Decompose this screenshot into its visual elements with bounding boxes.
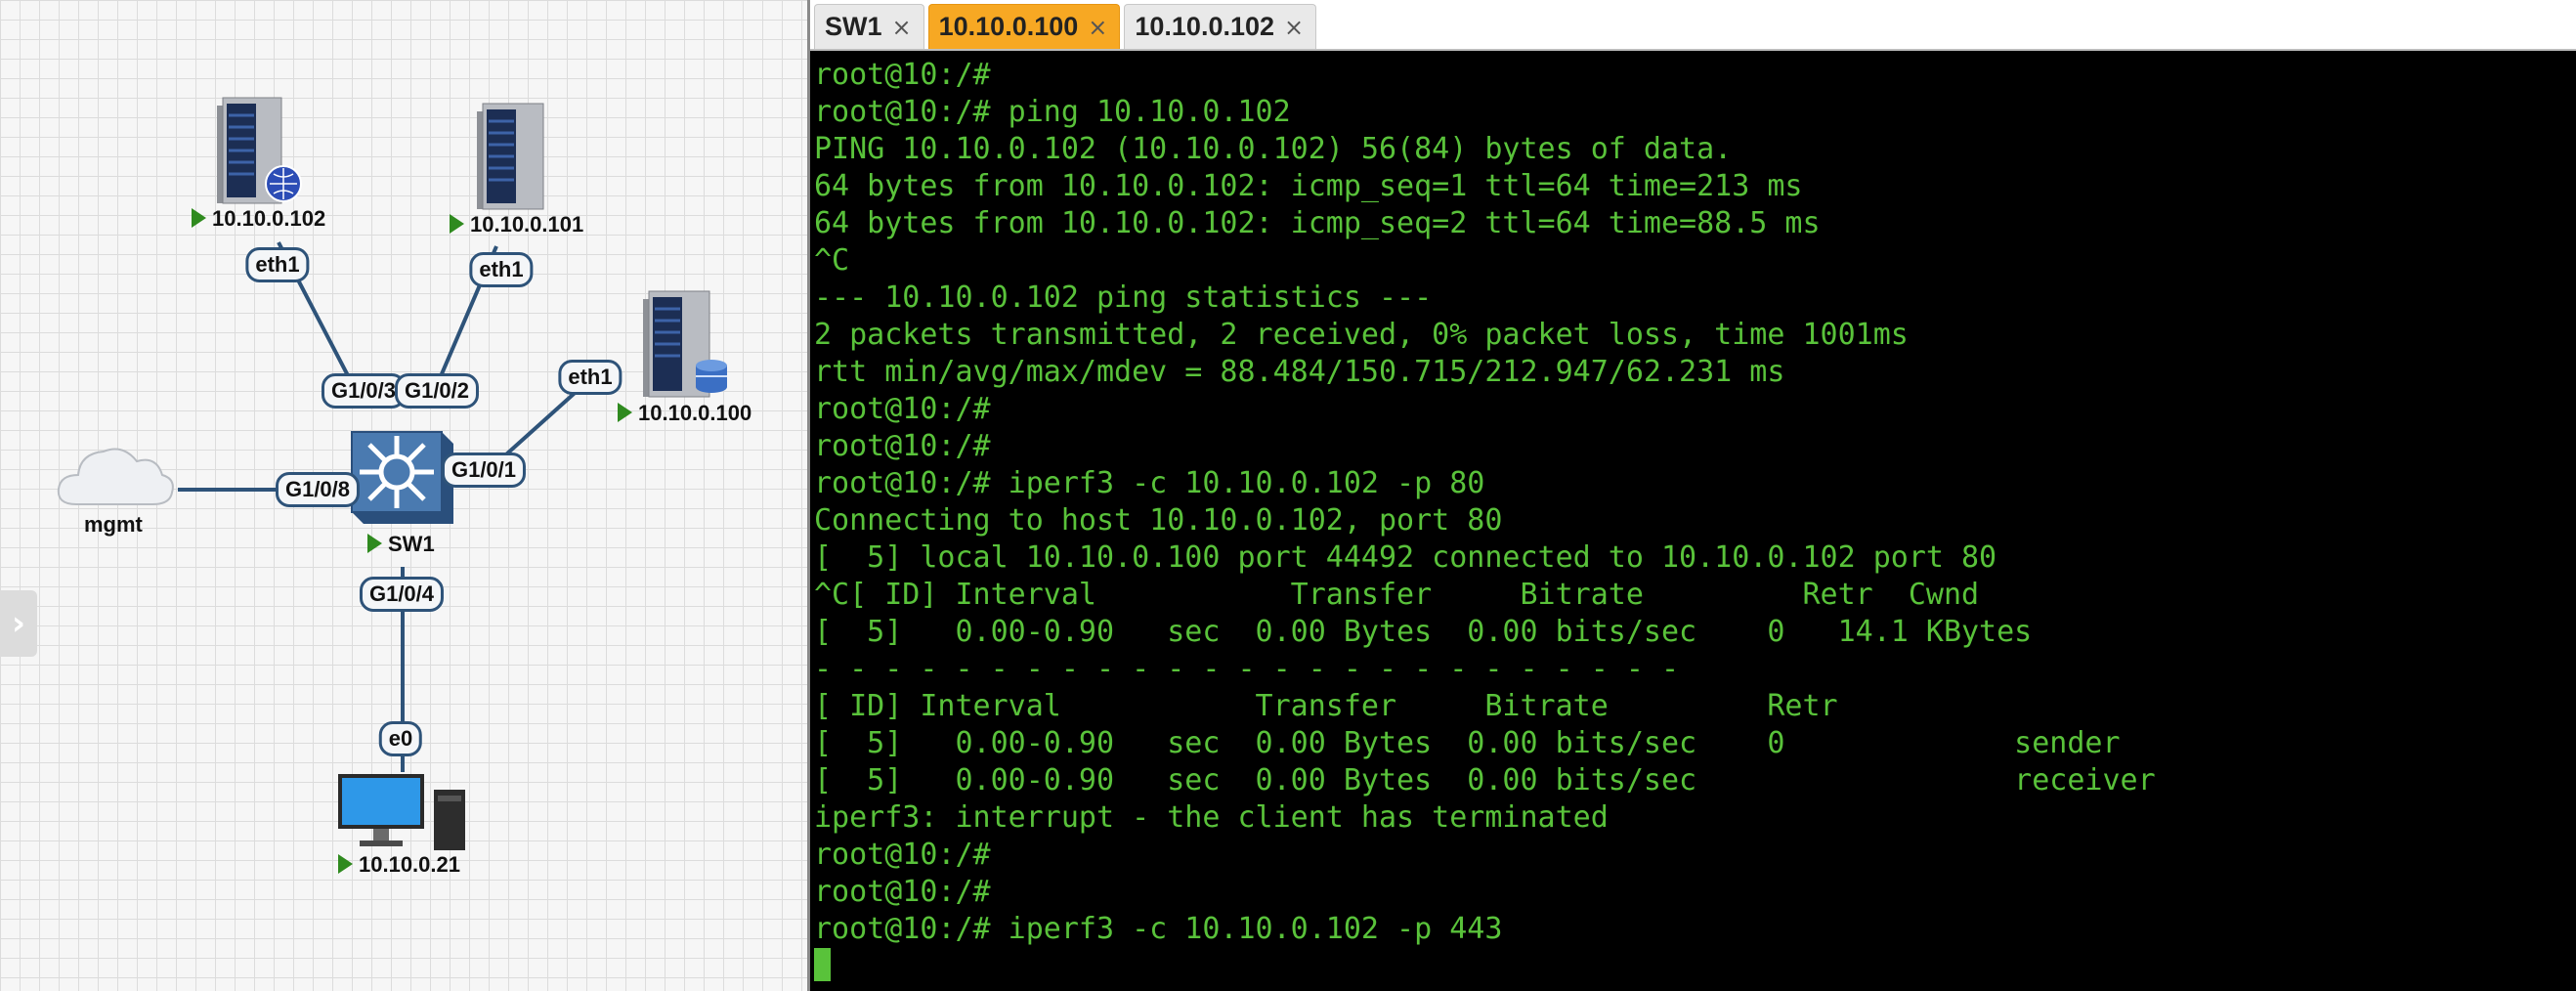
close-icon[interactable]: × [1284, 14, 1304, 41]
console-tab[interactable]: SW1 × [814, 4, 924, 49]
node-label-10-10-0-100: 10.10.0.100 [618, 401, 751, 426]
link-sw1-10.10.0.100 [504, 384, 584, 456]
console-tab-bar: SW1 × 10.10.0.100 × 10.10.0.102 × [810, 0, 2576, 51]
port-label-eth1[interactable]: eth1 [469, 252, 534, 287]
close-icon[interactable]: × [892, 14, 912, 41]
server-10-10-0-102[interactable] [215, 94, 305, 218]
port-label-g1-0-3[interactable]: G1/0/3 [321, 373, 407, 409]
running-indicator-icon [450, 214, 464, 234]
close-icon[interactable]: × [1088, 14, 1107, 41]
terminal-cursor [814, 948, 831, 981]
terminal-line: PING 10.10.0.102 (10.10.0.102) 56(84) by… [814, 132, 1733, 166]
server-database-icon [643, 290, 727, 398]
terminal-line: [ 5] 0.00-0.90 sec 0.00 Bytes 0.00 bits/… [814, 726, 2121, 760]
terminal-line: root@10:/# iperf3 -c 10.10.0.102 -p 443 [814, 912, 1503, 946]
terminal-line: root@10:/# [814, 875, 991, 909]
console-tab-label: 10.10.0.100 [938, 12, 1079, 41]
terminal-line: root@10:/# iperf3 -c 10.10.0.102 -p 80 [814, 466, 1485, 500]
running-indicator-icon [192, 208, 206, 228]
terminal-line: [ ID] Interval Transfer Bitrate Retr [814, 689, 1838, 723]
terminal-line: 64 bytes from 10.10.0.102: icmp_seq=2 tt… [814, 206, 1821, 240]
terminal-line: [ 5] local 10.10.0.100 port 44492 connec… [814, 540, 1997, 575]
terminal-output[interactable]: root@10:/# root@10:/# ping 10.10.0.102 PIN… [810, 55, 2576, 991]
terminal-line: ^C[ ID] Interval Transfer Bitrate Retr C… [814, 578, 1980, 612]
server-10-10-0-101[interactable] [475, 100, 553, 220]
console-tab[interactable]: 10.10.0.100 × [927, 4, 1121, 49]
terminal-line: [ 5] 0.00-0.90 sec 0.00 Bytes 0.00 bits/… [814, 763, 2156, 797]
terminal-line: [ 5] 0.00-0.90 sec 0.00 Bytes 0.00 bits/… [814, 615, 2033, 649]
server-10-10-0-100[interactable] [641, 287, 731, 408]
desktop-pc-icon [338, 774, 465, 850]
server-icon [477, 103, 544, 210]
node-label-10-10-0-102: 10.10.0.102 [192, 206, 325, 232]
terminal-line: 2 packets transmitted, 2 received, 0% pa… [814, 318, 1909, 352]
port-label-eth1[interactable]: eth1 [245, 247, 310, 282]
terminal-line: ^C [814, 243, 850, 278]
port-label-e0[interactable]: e0 [378, 721, 423, 756]
terminal-line: root@10:/# ping 10.10.0.102 [814, 95, 1291, 129]
terminal-line: 64 bytes from 10.10.0.102: icmp_seq=1 tt… [814, 169, 1803, 203]
running-indicator-icon [338, 854, 353, 874]
terminal-line: root@10:/# [814, 58, 991, 92]
node-label-sw1: SW1 [367, 532, 435, 557]
port-label-g1-0-2[interactable]: G1/0/2 [394, 373, 480, 409]
terminal-line: Connecting to host 10.10.0.102, port 80 [814, 503, 1503, 538]
terminal-line: - - - - - - - - - - - - - - - - - - - - … [814, 652, 1680, 686]
cloud-mgmt[interactable] [55, 438, 178, 521]
terminal-prompt-line[interactable] [814, 948, 2576, 985]
console-tab-label: SW1 [825, 12, 882, 41]
terminal-line: iperf3: interrupt - the client has termi… [814, 800, 1609, 835]
node-label-10-10-0-21: 10.10.0.21 [338, 852, 460, 878]
running-indicator-icon [367, 534, 382, 553]
port-label-eth1[interactable]: eth1 [558, 360, 623, 395]
terminal-line: root@10:/# [814, 392, 991, 426]
running-indicator-icon [618, 403, 632, 422]
node-label-10-10-0-101: 10.10.0.101 [450, 212, 583, 237]
server-globe-icon [217, 97, 302, 204]
expand-sidebar-button[interactable]: › [0, 590, 37, 657]
terminal-line: root@10:/# [814, 838, 991, 872]
console-window[interactable]: SW1 × 10.10.0.100 × 10.10.0.102 × root@10:/# r… [807, 0, 2576, 991]
terminal-line: rtt min/avg/max/mdev = 88.484/150.715/21… [814, 355, 1785, 389]
topology-canvas[interactable]: 10.10.0.102 10.10.0.101 10.10.0.100 mgmt… [0, 0, 807, 991]
port-label-g1-0-8[interactable]: G1/0/8 [275, 472, 361, 507]
cloud-icon [57, 448, 174, 505]
port-label-g1-0-1[interactable]: G1/0/1 [441, 452, 527, 488]
terminal-line: --- 10.10.0.102 ping statistics --- [814, 280, 1433, 315]
switch-sw1[interactable] [348, 422, 457, 537]
node-label-mgmt: mgmt [84, 512, 143, 537]
pc-10-10-0-21[interactable] [336, 772, 469, 857]
switch-icon [351, 431, 453, 524]
console-tab-label: 10.10.0.102 [1135, 12, 1275, 41]
console-tab[interactable]: 10.10.0.102 × [1124, 4, 1317, 49]
port-label-g1-0-4[interactable]: G1/0/4 [359, 577, 445, 612]
terminal-line: root@10:/# [814, 429, 991, 463]
chevron-right-icon: › [11, 604, 25, 643]
